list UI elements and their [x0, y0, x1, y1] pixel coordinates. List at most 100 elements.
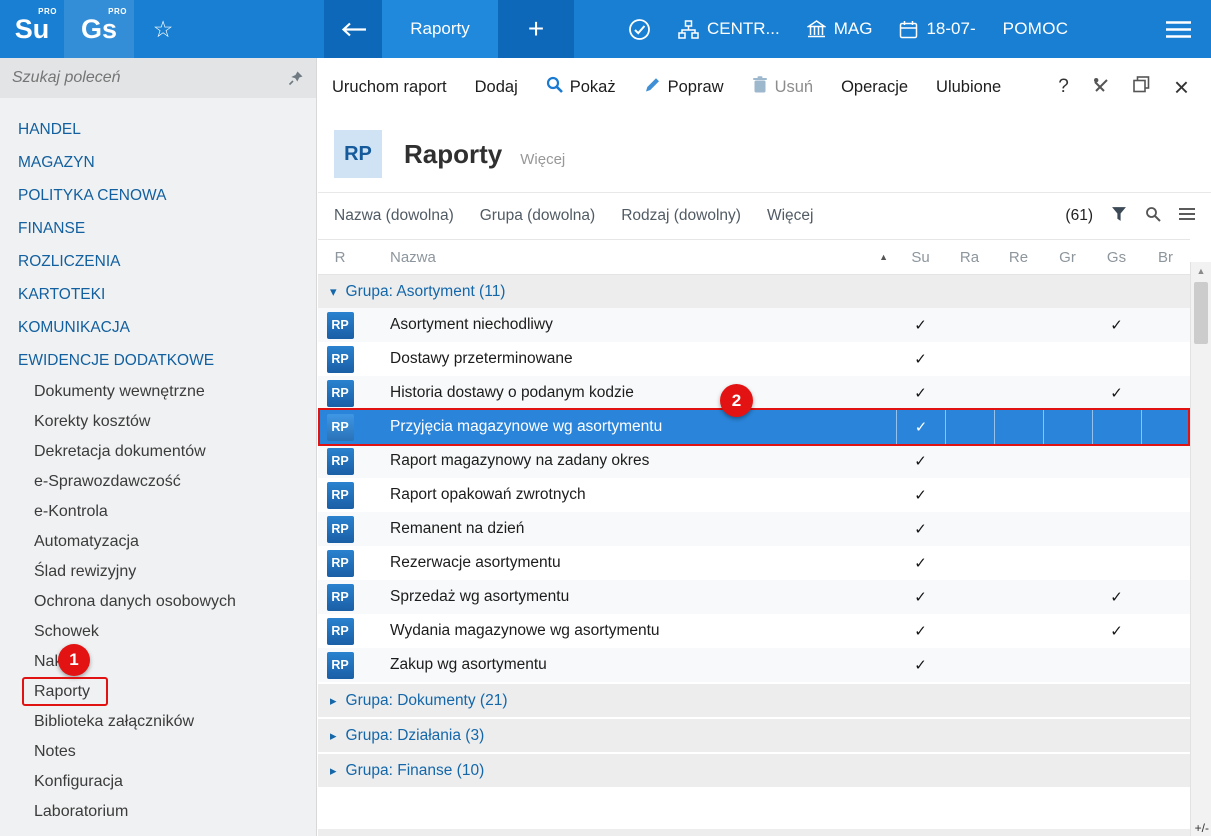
sidebar-item-automatyzacja[interactable]: Automatyzacja: [0, 527, 316, 557]
column-header-gr[interactable]: Gr: [1043, 249, 1092, 266]
search-input[interactable]: [12, 69, 288, 87]
help-button[interactable]: ?: [1058, 76, 1069, 98]
hamburger-icon: [1166, 20, 1191, 39]
sidebar-module-handel[interactable]: HANDEL: [0, 113, 316, 146]
column-header-br[interactable]: Br: [1141, 249, 1190, 266]
table-row-historia-dostawy-o-podanym-kodzie[interactable]: RPHistoria dostawy o podanym kodzie2✓✓: [318, 376, 1190, 410]
sidebar-item-dokumenty-wewn-trzne[interactable]: Dokumenty wewnętrzne: [0, 377, 316, 407]
page-title: Raporty: [404, 139, 502, 170]
scrollbar-thumb[interactable]: [1194, 282, 1208, 344]
column-header-nazwa[interactable]: Nazwa▲: [362, 249, 896, 266]
filter-nazwa-dowolna[interactable]: Nazwa (dowolna): [334, 207, 454, 225]
search-list-icon[interactable]: [1145, 206, 1161, 227]
sidebar-item-raporty[interactable]: Raporty: [0, 677, 316, 707]
table-row-dostawy-przeterminowane[interactable]: RPDostawy przeterminowane✓: [318, 342, 1190, 376]
partial-group-row[interactable]: [318, 829, 1190, 836]
favorites-star-icon[interactable]: ☆: [134, 0, 192, 58]
sidebar-module-label: MAGAZYN: [18, 154, 95, 171]
sidebar-item-korekty-koszt-w[interactable]: Korekty kosztów: [0, 407, 316, 437]
column-header-ra[interactable]: Ra: [945, 249, 994, 266]
title-more-link[interactable]: Więcej: [520, 151, 565, 168]
sidebar-item-lad-rewizyjny[interactable]: Ślad rewizyjny: [0, 557, 316, 587]
app-logo-subiekt[interactable]: Su PRO: [0, 0, 64, 58]
sidebar-item-schowek[interactable]: Schowek: [0, 617, 316, 647]
sidebar-module-finanse[interactable]: FINANSE: [0, 212, 316, 245]
table-row-sprzeda-wg-asortymentu[interactable]: RPSprzedaż wg asortymentu✓✓: [318, 580, 1190, 614]
column-header-su[interactable]: Su: [896, 249, 945, 266]
vertical-scrollbar[interactable]: ▲: [1190, 262, 1211, 836]
filter-rodzaj-dowolny[interactable]: Rodzaj (dowolny): [621, 207, 741, 225]
filter-grupa-dowolna[interactable]: Grupa (dowolna): [480, 207, 595, 225]
sidebar-item-dekretacja-dokument-w[interactable]: Dekretacja dokumentów: [0, 437, 316, 467]
group-row-grupa-asortyment-11[interactable]: ▾Grupa: Asortyment (11): [318, 275, 1190, 308]
main-menu-button[interactable]: [1166, 20, 1191, 39]
group-row-grupa-dzia-ania-3[interactable]: ▸Grupa: Działania (3): [318, 719, 1190, 752]
group-row-grupa-finanse-10[interactable]: ▸Grupa: Finanse (10): [318, 754, 1190, 787]
date-selector[interactable]: 18-07-: [899, 19, 975, 39]
sidebar-item-e-sprawozdawczo[interactable]: e-Sprawozdawczość: [0, 467, 316, 497]
sidebar-module-magazyn[interactable]: MAGAZYN: [0, 146, 316, 179]
sidebar-module-polityka-cenowa[interactable]: POLITYKA CENOWA: [0, 179, 316, 212]
pin-icon[interactable]: [288, 70, 304, 86]
toolbar-popraw-button[interactable]: Popraw: [644, 76, 724, 98]
table-row-remanent-na-dzie[interactable]: RPRemanent na dzień✓: [318, 512, 1190, 546]
sidebar-module-rozliczenia[interactable]: ROZLICZENIA: [0, 245, 316, 278]
table-row-wydania-magazynowe-wg-asortymentu[interactable]: RPWydania magazynowe wg asortymentu✓✓: [318, 614, 1190, 648]
column-header-gs[interactable]: Gs: [1092, 249, 1141, 266]
table-row-raport-opakowa-zwrotnych[interactable]: RPRaport opakowań zwrotnych✓: [318, 478, 1190, 512]
table-row-przyj-cia-magazynowe-wg-asortymentu[interactable]: RPPrzyjęcia magazynowe wg asortymentu✓: [318, 410, 1190, 444]
table-row-zakup-wg-asortymentu[interactable]: RPZakup wg asortymentu✓: [318, 648, 1190, 682]
view-menu-icon[interactable]: [1179, 207, 1195, 225]
app-logo-gestor[interactable]: Gs PRO: [64, 0, 134, 58]
filter-wi-cej[interactable]: Więcej: [767, 207, 814, 225]
cascade-windows-button[interactable]: [1133, 76, 1150, 98]
record-count: (61): [1065, 207, 1093, 225]
toolbar-operacje-button[interactable]: Operacje: [841, 78, 908, 97]
company-selector[interactable]: CENTR...: [678, 19, 780, 39]
new-tab-button[interactable]: +: [498, 0, 574, 58]
row-name-cell: Raport magazynowy na zadany okres: [362, 452, 896, 470]
back-arrow-button[interactable]: [324, 0, 382, 58]
sidebar-item-naklejki[interactable]: Naklejki1: [0, 647, 316, 677]
sidebar-module-label: ROZLICZENIA: [18, 253, 120, 270]
report-icon: RP: [327, 380, 354, 407]
sidebar-module-ewidencje-dodatkowe[interactable]: EWIDENCJE DODATKOWE: [0, 344, 316, 377]
sidebar-item-label: Automatyzacja: [34, 533, 139, 550]
toolbar-ulubione-button[interactable]: Ulubione: [936, 78, 1001, 97]
toolbar-usu-button[interactable]: Usuń: [752, 76, 814, 98]
scroll-up-icon[interactable]: ▲: [1191, 262, 1211, 280]
table-row-raport-magazynowy-na-zadany-okres[interactable]: RPRaport magazynowy na zadany okres✓: [318, 444, 1190, 478]
sidebar-item-konfiguracja[interactable]: Konfiguracja: [0, 767, 316, 797]
cell-ra: [945, 648, 994, 682]
sidebar-item-laboratorium[interactable]: Laboratorium: [0, 797, 316, 827]
sidebar-module-komunikacja[interactable]: KOMUNIKACJA: [0, 311, 316, 344]
tab-raporty[interactable]: Raporty: [382, 0, 498, 58]
column-header-re[interactable]: Re: [994, 249, 1043, 266]
sidebar-item-notes[interactable]: Notes: [0, 737, 316, 767]
cell-re: [994, 512, 1043, 546]
command-search[interactable]: [0, 58, 316, 98]
row-name: Raport opakowań zwrotnych: [390, 486, 586, 503]
table-row-rezerwacje-asortymentu[interactable]: RPRezerwacje asortymentu✓: [318, 546, 1190, 580]
group-row-grupa-dokumenty-21[interactable]: ▸Grupa: Dokumenty (21): [318, 684, 1190, 717]
sidebar-module-kartoteki[interactable]: KARTOTEKI: [0, 278, 316, 311]
cell-ra: [945, 478, 994, 512]
filter-funnel-icon[interactable]: [1111, 206, 1127, 227]
table-row-asortyment-niechodliwy[interactable]: RPAsortyment niechodliwy✓✓: [318, 308, 1190, 342]
warehouse-selector[interactable]: MAG: [807, 19, 873, 39]
toolbar-poka-button[interactable]: Pokaż: [546, 76, 616, 98]
cell-ra: [945, 308, 994, 342]
sidebar-item-e-kontrola[interactable]: e-Kontrola: [0, 497, 316, 527]
sort-ascending-icon: ▲: [879, 252, 896, 262]
sidebar-item-ochrona-danych-osobowych[interactable]: Ochrona danych osobowych: [0, 587, 316, 617]
tools-button[interactable]: [1093, 77, 1109, 98]
help-menu[interactable]: POMOC: [1003, 19, 1069, 39]
column-header-r[interactable]: R: [318, 249, 362, 266]
expand-triangle-icon: ▸: [330, 728, 337, 744]
connection-status-icon[interactable]: [628, 18, 651, 41]
sidebar-item-biblioteka-za-cznik-w[interactable]: Biblioteka załączników: [0, 707, 316, 737]
cell-re: [994, 376, 1043, 410]
close-button[interactable]: ×: [1174, 74, 1189, 100]
toolbar-uruchom-raport-button[interactable]: Uruchom raport: [332, 78, 447, 97]
toolbar-dodaj-button[interactable]: Dodaj: [475, 78, 518, 97]
